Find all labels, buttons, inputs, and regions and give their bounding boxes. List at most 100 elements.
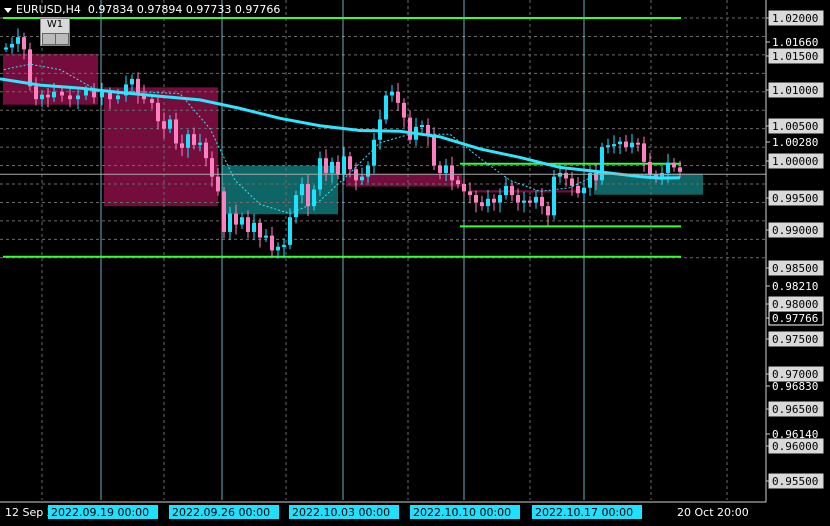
candle-body [288, 217, 292, 245]
price-label: 0.98210 [772, 280, 818, 293]
candle-body [300, 184, 304, 196]
candle-body [246, 217, 250, 232]
price-label: 0.95500 [772, 475, 818, 488]
arrow-up-icon[interactable] [55, 33, 69, 45]
time-label: 2022.09.26 00:00 [172, 506, 270, 519]
candle-body [438, 165, 442, 173]
candle-body [420, 124, 424, 127]
candle-body [204, 142, 208, 159]
candle-body [46, 94, 50, 98]
candle-body [216, 176, 220, 192]
candle-body [612, 144, 616, 147]
candle-body [52, 91, 56, 98]
candle-body [276, 246, 280, 251]
candle-body [174, 119, 178, 144]
time-label: 2022.10.10 00:00 [413, 506, 511, 519]
time-label: 2022.10.17 00:00 [535, 506, 633, 519]
candle-body [336, 161, 340, 175]
candle-body [228, 213, 232, 232]
candle-body [366, 165, 370, 177]
candle-body [354, 169, 358, 181]
candle-body [540, 196, 544, 207]
candle-body [34, 86, 38, 100]
timeframe-switch[interactable]: W1 [40, 18, 70, 46]
chart-window[interactable]: 1.02000 1.01660 1.01500 1.01000 1.00500 1.002… [0, 0, 830, 526]
candle-body [4, 47, 8, 50]
price-label: 0.98500 [772, 262, 818, 275]
candle-body [558, 172, 562, 177]
candle-body [636, 142, 640, 145]
candle-body [270, 235, 274, 251]
symbol-header: EURUSD,H4 0.97834 0.97894 0.97733 0.9776… [4, 3, 280, 16]
candle-body [252, 222, 256, 232]
candle-body [642, 143, 646, 162]
candle-body [22, 37, 26, 50]
candle-body [552, 176, 556, 216]
candle-body [324, 158, 328, 173]
candle-body [28, 49, 32, 87]
candle-body [396, 91, 400, 103]
candle-body [588, 172, 592, 188]
price-chart[interactable]: 1.02000 1.016601.01500 1.01000 1.00500 1.002… [0, 0, 830, 526]
price-label: 1.01000 [772, 84, 818, 97]
candle-body [84, 89, 88, 96]
candle-body [240, 217, 244, 225]
price-label: 0.96500 [772, 403, 818, 416]
candle-body [474, 195, 478, 203]
open-price: 0.97834 [87, 3, 134, 16]
candle-body [678, 167, 682, 172]
candle-body [192, 134, 196, 145]
high-price: 0.97894 [136, 3, 183, 16]
price-label: 0.97500 [772, 333, 818, 346]
candle-body [606, 145, 610, 148]
time-label: 20 Oct 20:00 [677, 506, 749, 519]
candle-body [624, 141, 628, 148]
candle-body [432, 136, 436, 166]
candle-body [348, 156, 352, 170]
candle-body [116, 95, 120, 100]
symbol-label: EURUSD,H4 [16, 3, 81, 16]
candle-body [360, 176, 364, 181]
candle-body [492, 198, 496, 203]
candle-body [76, 95, 80, 100]
candle-body [546, 206, 550, 216]
candle-body [648, 161, 652, 175]
candle-body [618, 141, 622, 145]
timeframe-label: W1 [46, 19, 64, 30]
candle-body [384, 95, 388, 120]
candle-body [130, 78, 134, 85]
candle-body [468, 191, 472, 196]
candle-body [222, 191, 226, 232]
candle-body [198, 142, 202, 145]
candle-body [570, 178, 574, 186]
candle-body [372, 139, 376, 166]
candle-body [180, 143, 184, 148]
candle-body [630, 142, 634, 148]
time-label: 12 Sep 2 [5, 506, 54, 519]
price-label: 0.99500 [772, 192, 818, 205]
time-label: 2022.09.19 00:00 [51, 506, 149, 519]
price-label: 1.01660 [772, 36, 818, 49]
candle-body [462, 184, 466, 192]
arrow-down-icon[interactable] [42, 33, 56, 45]
candle-body [666, 162, 670, 173]
candle-body [330, 161, 334, 173]
candle-body [576, 185, 580, 194]
candle-body [582, 187, 586, 194]
zone-red-4 [470, 190, 582, 193]
candle-body [600, 147, 604, 181]
candle-body [402, 102, 406, 118]
candle-body [234, 213, 238, 225]
candle-body [516, 195, 520, 203]
price-label: 0.97766 [772, 312, 818, 325]
price-label: 0.98000 [772, 298, 818, 311]
candle-body [390, 91, 394, 96]
zone-red-3 [346, 174, 462, 187]
candle-body [16, 37, 20, 44]
price-label: 1.02000 [772, 12, 818, 25]
candle-body [450, 165, 454, 181]
price-label: 1.00500 [772, 120, 818, 133]
dropdown-arrow-icon[interactable] [4, 7, 12, 13]
close-price: 0.97766 [234, 3, 281, 16]
candle-body [504, 185, 508, 196]
